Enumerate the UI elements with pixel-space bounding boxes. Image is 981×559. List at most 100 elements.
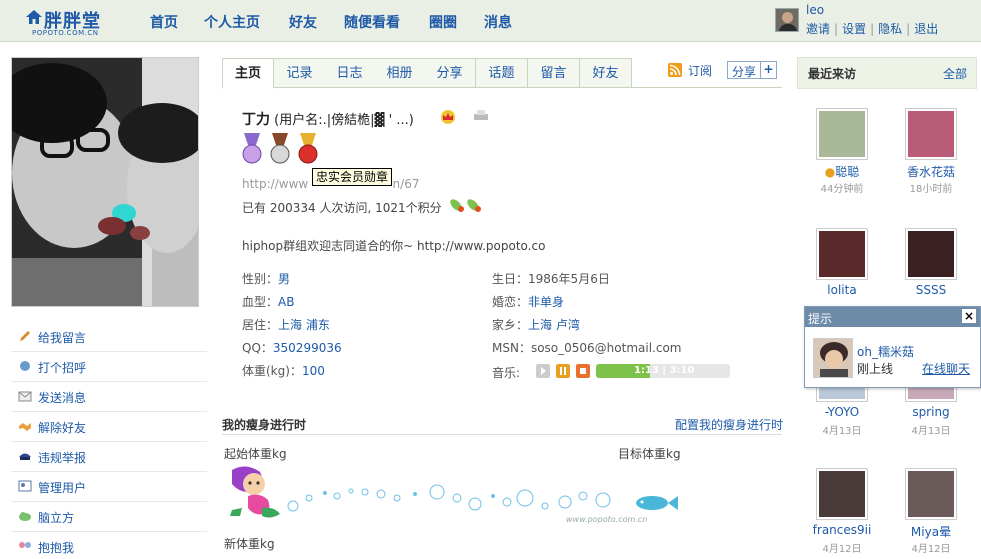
medal-icon[interactable] xyxy=(270,133,290,165)
action-brain-cube[interactable]: 脑立方 xyxy=(11,502,207,532)
site-logo[interactable]: 胖胖堂 POPOTO.COM.CN xyxy=(26,7,116,37)
action-hug[interactable]: 抱抱我 xyxy=(11,532,207,559)
friend-name[interactable]: oh_糯米菇 xyxy=(857,343,914,360)
play-icon[interactable] xyxy=(536,364,550,378)
medal-icon[interactable] xyxy=(242,133,262,165)
profile-photo-image xyxy=(12,58,198,306)
action-label: 发送消息 xyxy=(38,391,87,405)
tab-topics[interactable]: 话题 xyxy=(476,58,528,88)
handshake-icon xyxy=(19,423,31,431)
badge-tooltip: 忠实会员勋章 xyxy=(312,168,393,186)
logout-link[interactable]: 退出 xyxy=(914,22,938,36)
invite-link[interactable]: 邀请 xyxy=(806,22,830,36)
view-all-link[interactable]: 全部 xyxy=(943,65,967,82)
visitor-name[interactable]: ●聪聪 xyxy=(797,163,887,180)
stop-icon[interactable] xyxy=(576,364,590,378)
action-label: 脑立方 xyxy=(38,511,75,525)
visitor-avatar[interactable] xyxy=(905,468,957,520)
nav-circles[interactable]: 圈圈 xyxy=(429,12,457,32)
nav-browse[interactable]: 随便看看 xyxy=(344,12,400,32)
pencil-icon xyxy=(20,331,30,341)
start-weight-label: 起始体重kg xyxy=(224,447,287,461)
close-icon[interactable]: × xyxy=(962,309,976,323)
visitor-name[interactable]: lolita xyxy=(797,283,887,297)
rss-icon[interactable] xyxy=(668,63,682,77)
diet-config-link[interactable]: 配置我的瘦身进行时 xyxy=(675,416,783,433)
top-bar: 胖胖堂 POPOTO.COM.CN 首页 个人主页 好友 随便看看 圈圈 消息 … xyxy=(0,0,981,42)
share-button[interactable]: 分享 + xyxy=(727,61,777,79)
visitor-avatar[interactable] xyxy=(816,228,868,280)
bubbles-track xyxy=(287,484,611,512)
share-label: 分享 xyxy=(732,65,757,79)
online-chat-link[interactable]: 在线聊天 xyxy=(922,360,970,377)
tab-friends[interactable]: 好友 xyxy=(580,58,632,88)
visitor-time: 44分钟前 xyxy=(820,184,864,195)
visitor-name[interactable]: SSSS xyxy=(886,283,976,297)
action-leave-message[interactable]: 给我留言 xyxy=(11,322,207,352)
hug-icon xyxy=(19,542,31,548)
visitor-time: 4月12日 xyxy=(822,544,862,555)
envelope-icon xyxy=(18,391,32,402)
nav-home[interactable]: 首页 xyxy=(150,12,178,32)
action-label: 打个招呼 xyxy=(38,361,87,375)
visitor-avatar[interactable] xyxy=(816,468,868,520)
cloud-icon xyxy=(19,512,31,521)
visitor-card[interactable]: frances9ii 4月12日 xyxy=(797,468,887,559)
visitor-card[interactable]: Miya晕 4月12日 xyxy=(886,468,976,559)
crown-icon xyxy=(441,110,455,124)
action-send-message[interactable]: 发送消息 xyxy=(11,382,207,412)
user-card-icon xyxy=(18,480,32,492)
action-manage-user[interactable]: 管理用户 xyxy=(11,472,207,502)
target-weight-label: 目标体重kg xyxy=(618,447,681,461)
username[interactable]: leo xyxy=(806,3,824,17)
friend-avatar-image xyxy=(814,339,852,377)
user-avatar[interactable] xyxy=(775,8,799,32)
police-cap-icon xyxy=(19,453,31,460)
action-label: 抱抱我 xyxy=(38,541,75,555)
tab-blog[interactable]: 日志 xyxy=(324,58,376,88)
recent-visitors-header: 最近来访 全部 xyxy=(797,57,977,89)
field-birthday: 生日：1986年5月6日 xyxy=(492,272,610,286)
action-label: 解除好友 xyxy=(38,421,87,435)
field-hometown: 家乡：上海 卢湾 xyxy=(492,318,580,332)
tab-records[interactable]: 记录 xyxy=(274,58,326,88)
action-label: 违规举报 xyxy=(38,451,87,465)
new-weight-label: 新体重kg xyxy=(224,537,275,551)
profile-photo[interactable] xyxy=(11,57,199,307)
music-time: 1:13 | 3:10 xyxy=(634,365,695,376)
field-msn: MSN：soso_0506@hotmail.com xyxy=(492,341,682,355)
tab-home[interactable]: 主页 xyxy=(222,58,274,89)
privacy-link[interactable]: 隐私 xyxy=(878,22,902,36)
visitor-avatar[interactable] xyxy=(816,108,868,160)
visitor-avatar[interactable] xyxy=(905,228,957,280)
pause-icon[interactable] xyxy=(556,364,570,378)
action-unfriend[interactable]: 解除好友 xyxy=(11,412,207,442)
action-say-hi[interactable]: 打个招呼 xyxy=(11,352,207,382)
settings-link[interactable]: 设置 xyxy=(842,22,866,36)
visitor-name[interactable]: -YOYO xyxy=(797,405,887,419)
visitor-name[interactable]: Miya晕 xyxy=(886,523,976,540)
visitor-time: 4月12日 xyxy=(911,544,951,555)
visitor-card[interactable]: ●聪聪 44分钟前 xyxy=(797,108,887,208)
visitor-name[interactable]: 香水花菇 xyxy=(886,163,976,180)
friend-avatar[interactable] xyxy=(813,338,853,378)
visitor-name[interactable]: spring xyxy=(886,405,976,419)
action-label: 给我留言 xyxy=(38,331,87,345)
friend-status: 刚上线 xyxy=(857,362,894,376)
medal-icon[interactable] xyxy=(298,133,318,165)
subscribe-link[interactable]: 订阅 xyxy=(688,62,712,79)
visitor-card[interactable]: 香水花菇 18小时前 xyxy=(886,108,976,208)
tab-messages[interactable]: 留言 xyxy=(528,58,580,88)
visitor-time: 4月13日 xyxy=(911,426,951,437)
nav-messages[interactable]: 消息 xyxy=(484,12,512,32)
visitor-avatar[interactable] xyxy=(905,108,957,160)
printer-icon[interactable] xyxy=(473,110,489,122)
visitor-name[interactable]: frances9ii xyxy=(797,523,887,537)
recent-visitors-title: 最近来访 xyxy=(808,67,857,81)
nav-profile[interactable]: 个人主页 xyxy=(204,12,260,32)
music-progress-bar[interactable]: 1:13 | 3:10 xyxy=(596,364,730,378)
tab-albums[interactable]: 相册 xyxy=(374,58,426,88)
nav-friends[interactable]: 好友 xyxy=(289,12,317,32)
tab-shares[interactable]: 分享 xyxy=(424,58,476,88)
action-report[interactable]: 违规举报 xyxy=(11,442,207,472)
